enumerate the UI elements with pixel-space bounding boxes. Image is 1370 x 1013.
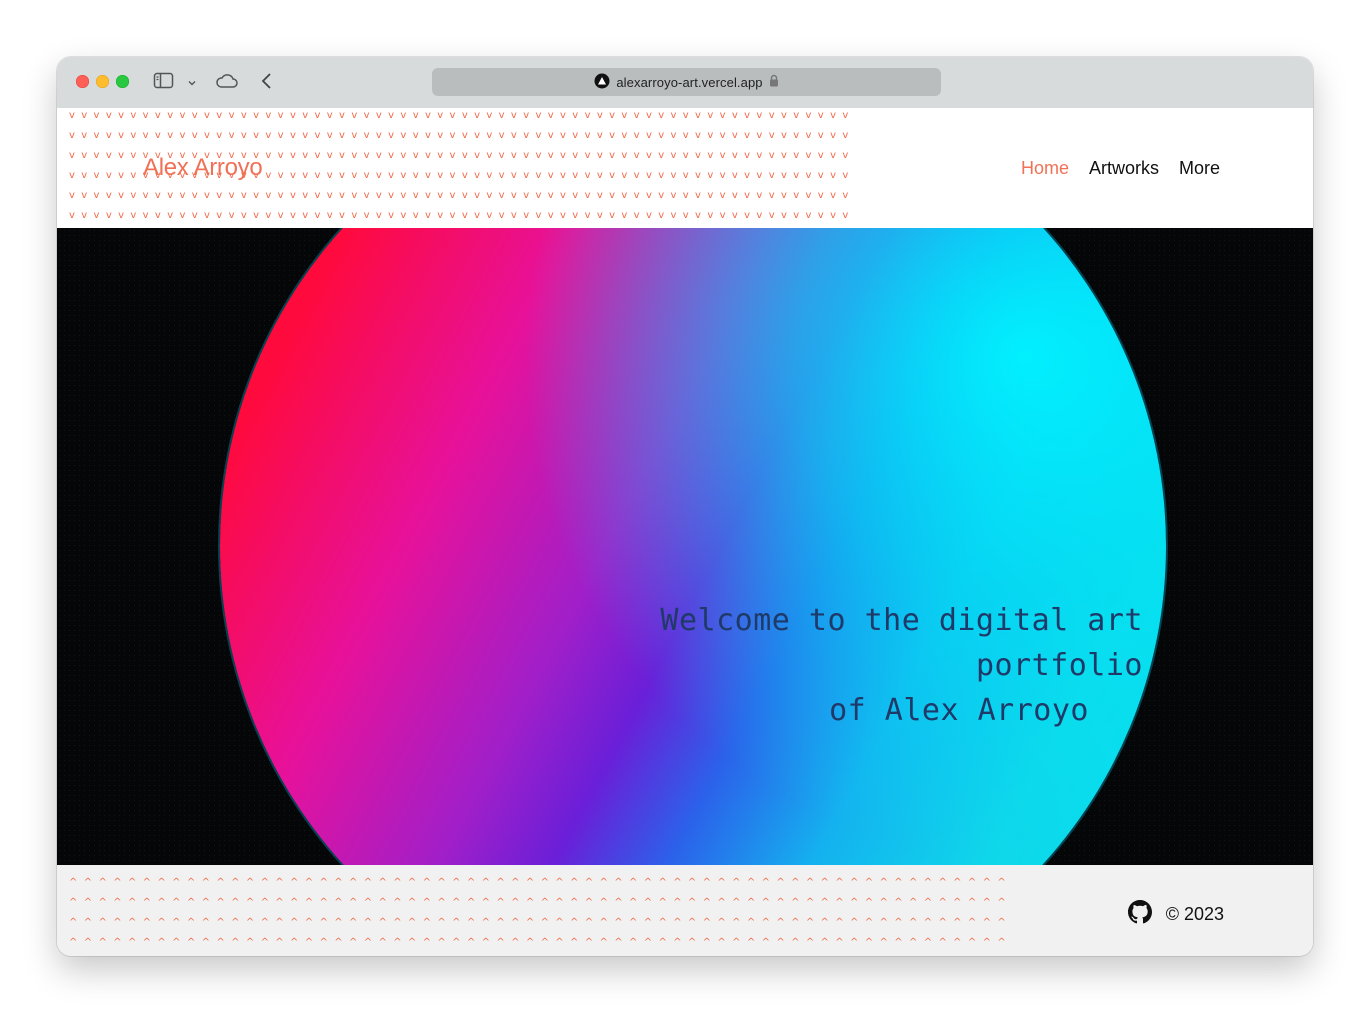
vercel-logo-icon [594, 73, 610, 92]
browser-window: alexarroyo-art.vercel.app v v v v v v v … [57, 57, 1313, 956]
pattern-row: ^ ^ ^ ^ ^ ^ ^ ^ ^ ^ ^ ^ ^ ^ ^ ^ ^ ^ ^ ^ … [69, 953, 1006, 956]
hero-heading: Welcome to the digital art portfolio of … [493, 598, 1143, 733]
pattern-row: ^ ^ ^ ^ ^ ^ ^ ^ ^ ^ ^ ^ ^ ^ ^ ^ ^ ^ ^ ^ … [69, 917, 1006, 928]
hero-line-1: Welcome to the digital art portfolio [660, 603, 1143, 683]
pattern-row: v v v v v v v v v v v v v v v v v v v v … [69, 110, 849, 121]
minimize-window-button[interactable] [96, 75, 109, 88]
github-icon[interactable] [1127, 900, 1152, 929]
pattern-row: ^ ^ ^ ^ ^ ^ ^ ^ ^ ^ ^ ^ ^ ^ ^ ^ ^ ^ ^ ^ … [69, 877, 1006, 888]
caret-pattern: ^ ^ ^ ^ ^ ^ ^ ^ ^ ^ ^ ^ ^ ^ ^ ^ ^ ^ ^ ^ … [57, 865, 1313, 956]
pattern-row: ^ ^ ^ ^ ^ ^ ^ ^ ^ ^ ^ ^ ^ ^ ^ ^ ^ ^ ^ ^ … [69, 937, 1006, 948]
pattern-row: ^ ^ ^ ^ ^ ^ ^ ^ ^ ^ ^ ^ ^ ^ ^ ^ ^ ^ ^ ^ … [69, 897, 1006, 908]
browser-titlebar: alexarroyo-art.vercel.app [57, 57, 1313, 109]
hero-section: Welcome to the digital art portfolio of … [57, 228, 1313, 865]
gradient-orb [220, 228, 1166, 865]
page-viewport: v v v v v v v v v v v v v v v v v v v v … [57, 108, 1313, 956]
url-text: alexarroyo-art.vercel.app [616, 74, 763, 90]
copyright-text: © 2023 [1165, 904, 1224, 924]
nav-more[interactable]: More [1179, 158, 1220, 179]
site-header: v v v v v v v v v v v v v v v v v v v v … [57, 108, 1313, 228]
pattern-row: v v v v v v v v v v v v v v v v v v v v … [69, 210, 849, 221]
cloud-icon[interactable] [215, 72, 239, 95]
pattern-row: v v v v v v v v v v v v v v v v v v v v … [69, 190, 849, 201]
pattern-row: v v v v v v v v v v v v v v v v v v v v … [69, 130, 849, 141]
site-brand-link[interactable]: Alex Arroyo [143, 154, 263, 182]
hero-line-2: of Alex Arroyo [829, 693, 1089, 728]
nav-artworks[interactable]: Artworks [1089, 158, 1159, 179]
site-footer: ^ ^ ^ ^ ^ ^ ^ ^ ^ ^ ^ ^ ^ ^ ^ ^ ^ ^ ^ ^ … [57, 865, 1313, 956]
address-bar[interactable]: alexarroyo-art.vercel.app [432, 68, 941, 96]
lock-icon [769, 74, 779, 90]
back-arrow-icon[interactable] [260, 72, 274, 95]
zoom-window-button[interactable] [116, 75, 129, 88]
sidebar-toggle-icon[interactable] [153, 71, 175, 96]
nav-home[interactable]: Home [1021, 158, 1069, 179]
footer-right: © 2023 [1127, 900, 1224, 929]
close-window-button[interactable] [76, 75, 89, 88]
site-nav: Home Artworks More [1021, 158, 1220, 179]
chevron-down-icon[interactable] [187, 75, 197, 93]
